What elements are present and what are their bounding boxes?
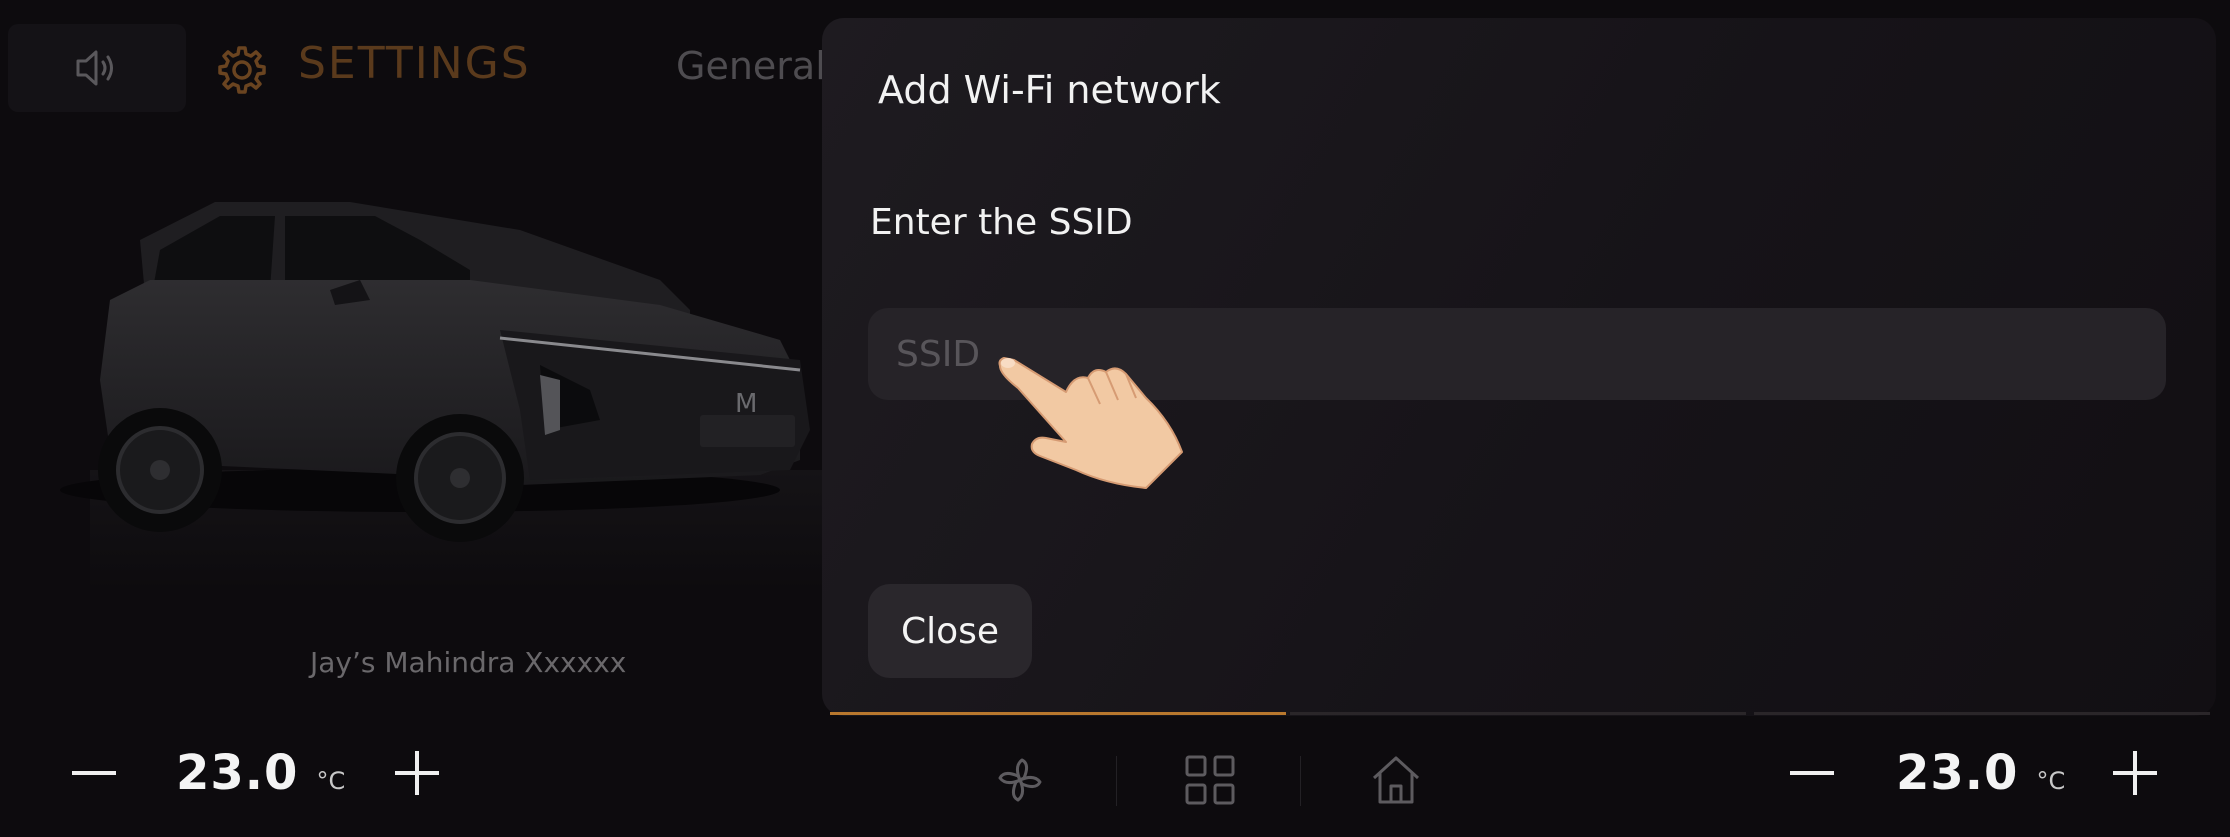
infotainment-screen: SETTINGS General M Jay’s Mahindra Xxxxxx…	[0, 0, 2230, 837]
dialog-title: Add Wi-Fi network	[878, 68, 1221, 112]
divider	[1300, 756, 1301, 806]
climate-left: 23.0 °C	[68, 738, 443, 808]
tab-underline-active	[830, 712, 1286, 715]
volume-button[interactable]	[8, 24, 186, 112]
page-title: SETTINGS	[298, 38, 531, 89]
vehicle-image: M	[60, 202, 840, 590]
plus-icon[interactable]	[2109, 747, 2161, 799]
temperature-right: 23.0	[1896, 745, 2019, 801]
temperature-unit-right: °C	[2036, 767, 2066, 795]
tab-underline	[1754, 712, 2210, 715]
temperature-unit-left: °C	[316, 767, 346, 795]
minus-icon[interactable]	[68, 747, 120, 799]
minus-icon[interactable]	[1786, 747, 1838, 799]
close-button[interactable]: Close	[868, 584, 1032, 678]
plus-icon[interactable]	[391, 747, 443, 799]
gear-icon	[218, 46, 266, 94]
speaker-icon	[76, 50, 113, 86]
divider	[1116, 756, 1117, 806]
fan-icon[interactable]	[992, 752, 1048, 808]
apps-grid-icon[interactable]	[1182, 752, 1238, 808]
home-icon[interactable]	[1368, 752, 1424, 808]
svg-text:M: M	[735, 389, 757, 419]
vehicle-name: Jay’s Mahindra Xxxxxx	[310, 646, 627, 679]
temperature-left: 23.0	[176, 745, 299, 801]
tab-underline	[1290, 712, 1746, 715]
tab-general[interactable]: General	[676, 44, 826, 88]
climate-right: 23.0 °C	[1786, 738, 2161, 808]
pointing-hand-icon	[998, 357, 1183, 489]
ssid-label: Enter the SSID	[870, 202, 1133, 243]
